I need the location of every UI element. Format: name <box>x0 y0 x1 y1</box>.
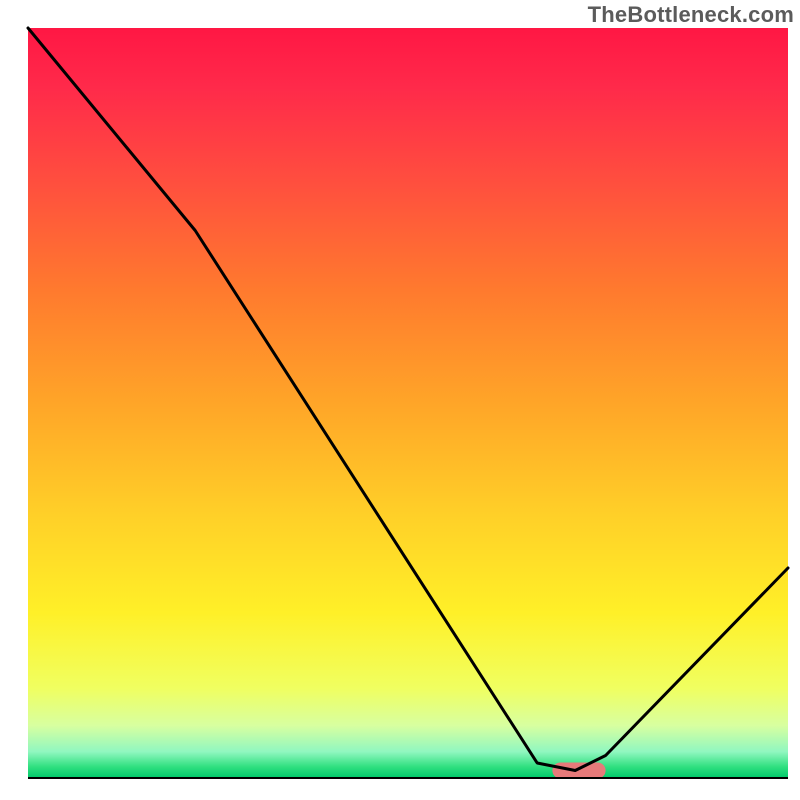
optimal-marker <box>552 763 605 779</box>
watermark-text: TheBottleneck.com <box>588 2 794 28</box>
plot-area <box>24 24 792 782</box>
gradient-background <box>28 28 788 778</box>
chart-container: TheBottleneck.com <box>0 0 800 800</box>
chart-svg <box>0 0 800 800</box>
